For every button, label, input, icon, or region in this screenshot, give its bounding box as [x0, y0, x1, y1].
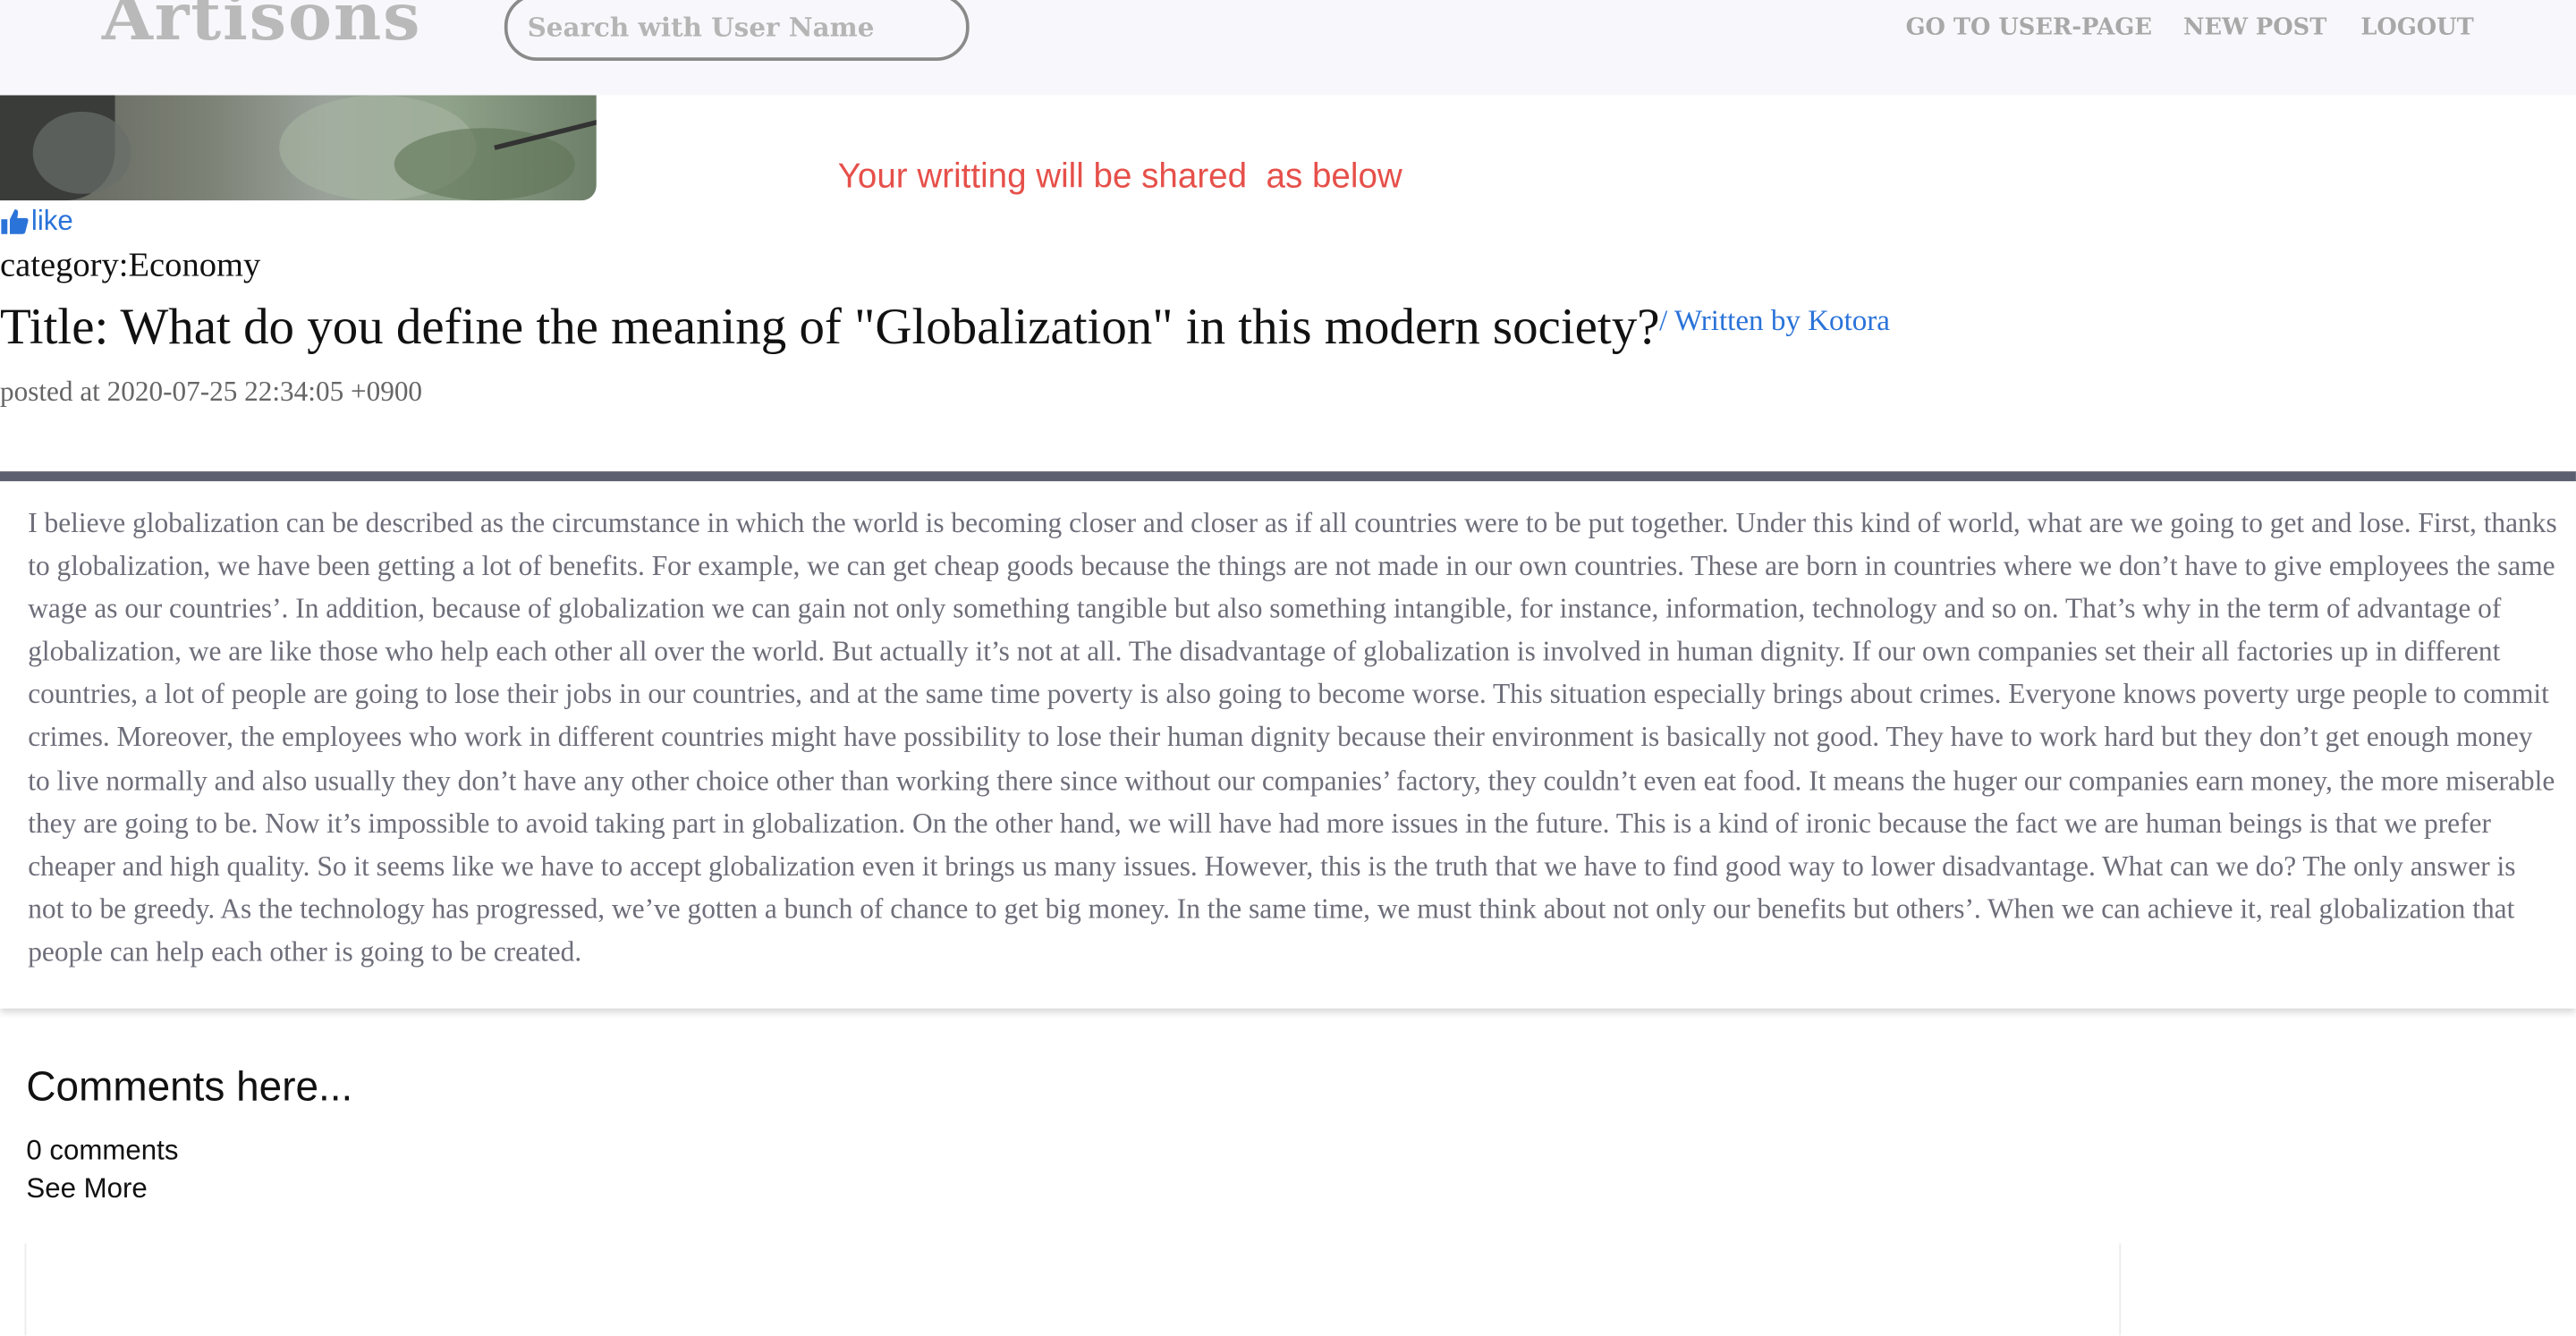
- thumbs-up-icon: [1, 209, 29, 234]
- post-category: category:Economy: [0, 244, 261, 284]
- page: Artisons GO TO USER-PAGE NEW POST LOGOUT…: [0, 0, 2576, 1336]
- comments-count: 0 comments: [26, 1135, 179, 1167]
- post-body-card: I believe globalization can be described…: [0, 471, 2576, 1009]
- like-label: like: [30, 205, 73, 237]
- nav-new-post[interactable]: NEW POST: [2183, 15, 2326, 41]
- author-link[interactable]: / Written by Kotora: [1659, 304, 1890, 339]
- comments-container: [24, 1243, 2122, 1336]
- nav-go-to-user-page[interactable]: GO TO USER-PAGE: [1906, 15, 2152, 41]
- post-title: Title: What do you define the meaning of…: [0, 297, 1660, 355]
- top-navbar: Artisons GO TO USER-PAGE NEW POST LOGOUT: [0, 0, 2576, 96]
- post-body-text: I believe globalization can be described…: [28, 507, 2557, 968]
- nav-logout[interactable]: LOGOUT: [2360, 15, 2473, 41]
- see-more-link[interactable]: See More: [26, 1172, 147, 1205]
- brand-logo[interactable]: Artisons: [102, 0, 421, 59]
- post-timestamp: posted at 2020-07-25 22:34:05 +0900: [0, 376, 423, 408]
- post-image: [0, 95, 597, 201]
- share-notice: Your writting will be shared as below: [837, 157, 1402, 196]
- like-button[interactable]: like: [0, 206, 73, 239]
- user-search-input[interactable]: [504, 0, 970, 61]
- comments-heading: Comments here...: [26, 1064, 353, 1111]
